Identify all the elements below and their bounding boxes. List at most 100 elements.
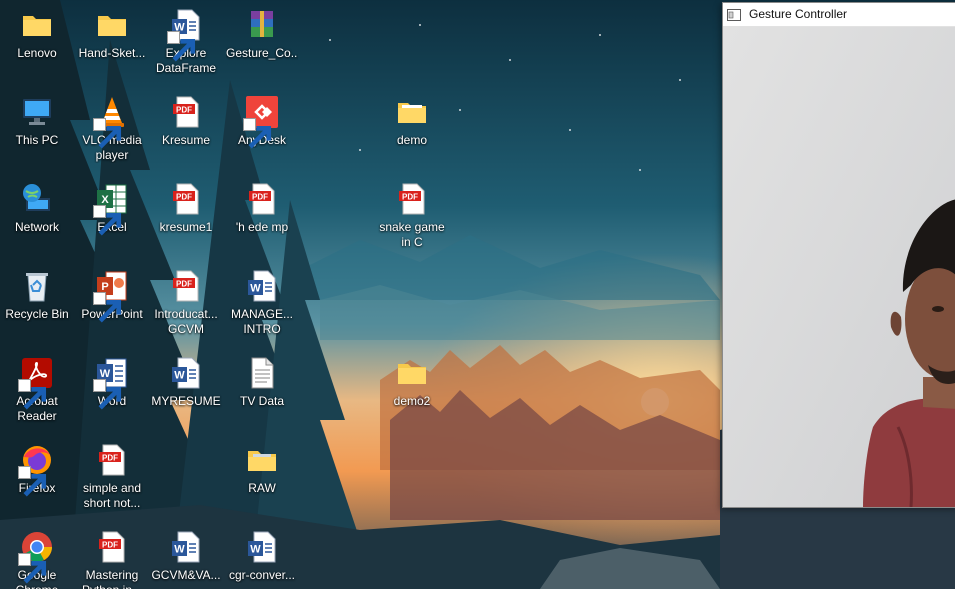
shortcut-arrow-icon	[93, 379, 122, 410]
icon-label: This PC	[15, 133, 59, 147]
powerpoint-icon: P	[93, 269, 129, 323]
desktop-icon-raw[interactable]: RAW	[226, 443, 298, 496]
shortcut-arrow-icon	[93, 292, 122, 323]
folder-icon	[245, 443, 279, 477]
icon-label: Introducat... GCVM	[154, 307, 218, 336]
desktop-icon-tv-data[interactable]: TV Data	[226, 356, 298, 409]
window-titlebar[interactable]: Gesture Controller	[723, 3, 955, 27]
excel-icon: X	[93, 182, 129, 236]
desktop-icon-mastering-python[interactable]: PDF Mastering Python in...	[76, 530, 148, 589]
svg-text:PDF: PDF	[102, 454, 118, 463]
icon-label: Network	[14, 220, 59, 234]
pdf-file-icon: PDF	[169, 182, 203, 216]
chrome-icon	[18, 530, 54, 584]
window-app-icon	[727, 8, 741, 21]
icon-label: Mastering Python in...	[82, 568, 142, 589]
desktop-icon-lenovo[interactable]: Lenovo	[1, 8, 73, 61]
folder-icon	[20, 8, 54, 42]
svg-text:PDF: PDF	[176, 106, 192, 115]
icon-label: Gesture_Co...	[226, 46, 298, 60]
desktop-icon-demo2[interactable]: demo2	[376, 356, 448, 409]
firefox-icon	[18, 443, 54, 497]
svg-text:PDF: PDF	[252, 193, 268, 202]
desktop-icon-manage-intro[interactable]: W MANAGE... INTRO	[226, 269, 298, 337]
icon-label: demo	[396, 133, 428, 147]
shortcut-arrow-icon	[18, 466, 47, 497]
desktop-icon-gesture-controller[interactable]: Gesture_Co...	[226, 8, 298, 61]
icon-label: demo2	[393, 394, 431, 408]
word-icon: W	[93, 356, 129, 410]
recycle-bin-icon	[20, 269, 54, 303]
pdf-file-icon: PDF	[169, 95, 203, 129]
desktop-icon-google-chrome[interactable]: Google Chrome	[1, 530, 73, 589]
shortcut-arrow-icon	[18, 379, 47, 410]
computer-icon	[20, 95, 54, 129]
svg-text:PDF: PDF	[176, 193, 192, 202]
word-document-icon: W	[167, 8, 203, 62]
desktop-icon-gcvm-va[interactable]: W GCVM&VA...	[150, 530, 222, 583]
network-globe-icon	[20, 182, 54, 216]
svg-text:W: W	[250, 283, 261, 295]
folder-icon	[95, 8, 129, 42]
vlc-cone-icon	[93, 95, 129, 149]
pdf-file-icon: PDF	[95, 443, 129, 477]
desktop-icon-demo[interactable]: demo	[376, 95, 448, 148]
desktop-icon-this-pc[interactable]: This PC	[1, 95, 73, 148]
acrobat-reader-icon	[18, 356, 54, 410]
icon-label: 'h ede mp	[235, 220, 289, 234]
svg-text:W: W	[174, 544, 185, 556]
shortcut-arrow-icon	[93, 118, 122, 149]
desktop-icon-anydesk[interactable]: AnyDesk	[226, 95, 298, 149]
desktop-icon-introduction-gcvm[interactable]: PDF Introducat... GCVM	[150, 269, 222, 337]
desktop-icon-word[interactable]: W Word	[76, 356, 148, 410]
desktop-icon-vlc[interactable]: VLC media player	[76, 95, 148, 163]
webcam-feed	[723, 27, 955, 507]
word-document-icon: W	[169, 356, 203, 390]
desktop-icon-excel[interactable]: X Excel	[76, 182, 148, 236]
word-document-icon: W	[169, 530, 203, 564]
pdf-file-icon: PDF	[395, 182, 429, 216]
desktop-icon-recycle-bin[interactable]: Recycle Bin	[1, 269, 73, 322]
folder-icon	[395, 356, 429, 390]
desktop-icon-kresume1[interactable]: PDF kresume1	[150, 182, 222, 235]
desktop-icon-network[interactable]: Network	[1, 182, 73, 235]
desktop-icon-simple-short-notes[interactable]: PDF simple and short not...	[76, 443, 148, 511]
icon-label: RAW	[248, 481, 276, 495]
winrar-archive-icon	[245, 8, 279, 42]
pdf-file-icon: PDF	[95, 530, 129, 564]
desktop-icon-powerpoint[interactable]: P PowerPoint	[76, 269, 148, 323]
svg-text:W: W	[174, 370, 185, 382]
anydesk-icon	[243, 95, 279, 149]
desktop-icon-firefox[interactable]: Firefox	[1, 443, 73, 497]
desktop-icon-hand-sketch[interactable]: Hand-Sket...	[76, 8, 148, 61]
desktop-icon-myresume[interactable]: W MYRESUME	[150, 356, 222, 409]
word-document-icon: W	[245, 530, 279, 564]
folder-icon	[395, 95, 429, 129]
icon-label: MYRESUME	[151, 394, 221, 408]
desktop-icon-cgr-conversion[interactable]: W cgr-conver...	[226, 530, 298, 583]
pdf-file-icon: PDF	[245, 182, 279, 216]
shortcut-arrow-icon	[18, 553, 47, 584]
icon-label: Kresume	[161, 133, 211, 147]
icon-label: cgr-conver...	[228, 568, 296, 582]
icon-label: Hand-Sket...	[78, 46, 146, 60]
svg-text:PDF: PDF	[176, 280, 192, 289]
desktop-icon-kresume[interactable]: PDF Kresume	[150, 95, 222, 148]
icon-label: TV Data	[239, 394, 284, 408]
svg-text:W: W	[250, 544, 261, 556]
desktop-icon-acrobat-reader[interactable]: Acrobat Reader	[1, 356, 73, 424]
gesture-controller-window[interactable]: Gesture Controller	[722, 2, 955, 508]
icon-label: kresume1	[159, 220, 213, 234]
desktop-icon-snake-game[interactable]: PDF snake game in C	[376, 182, 448, 250]
pdf-file-icon: PDF	[169, 269, 203, 303]
icon-label: snake game in C	[379, 220, 445, 249]
desktop-icon-explore-dataframe[interactable]: W Explore DataFrame	[150, 8, 222, 76]
icon-label: GCVM&VA...	[151, 568, 221, 582]
icon-label: Lenovo	[17, 46, 57, 60]
icon-label: MANAGE... INTRO	[230, 307, 293, 336]
icon-label: simple and short not...	[82, 481, 142, 510]
shortcut-arrow-icon	[93, 205, 122, 236]
window-title: Gesture Controller	[749, 7, 848, 21]
desktop-icon-h-ede-mp[interactable]: PDF 'h ede mp	[226, 182, 298, 235]
text-file-icon	[245, 356, 279, 390]
